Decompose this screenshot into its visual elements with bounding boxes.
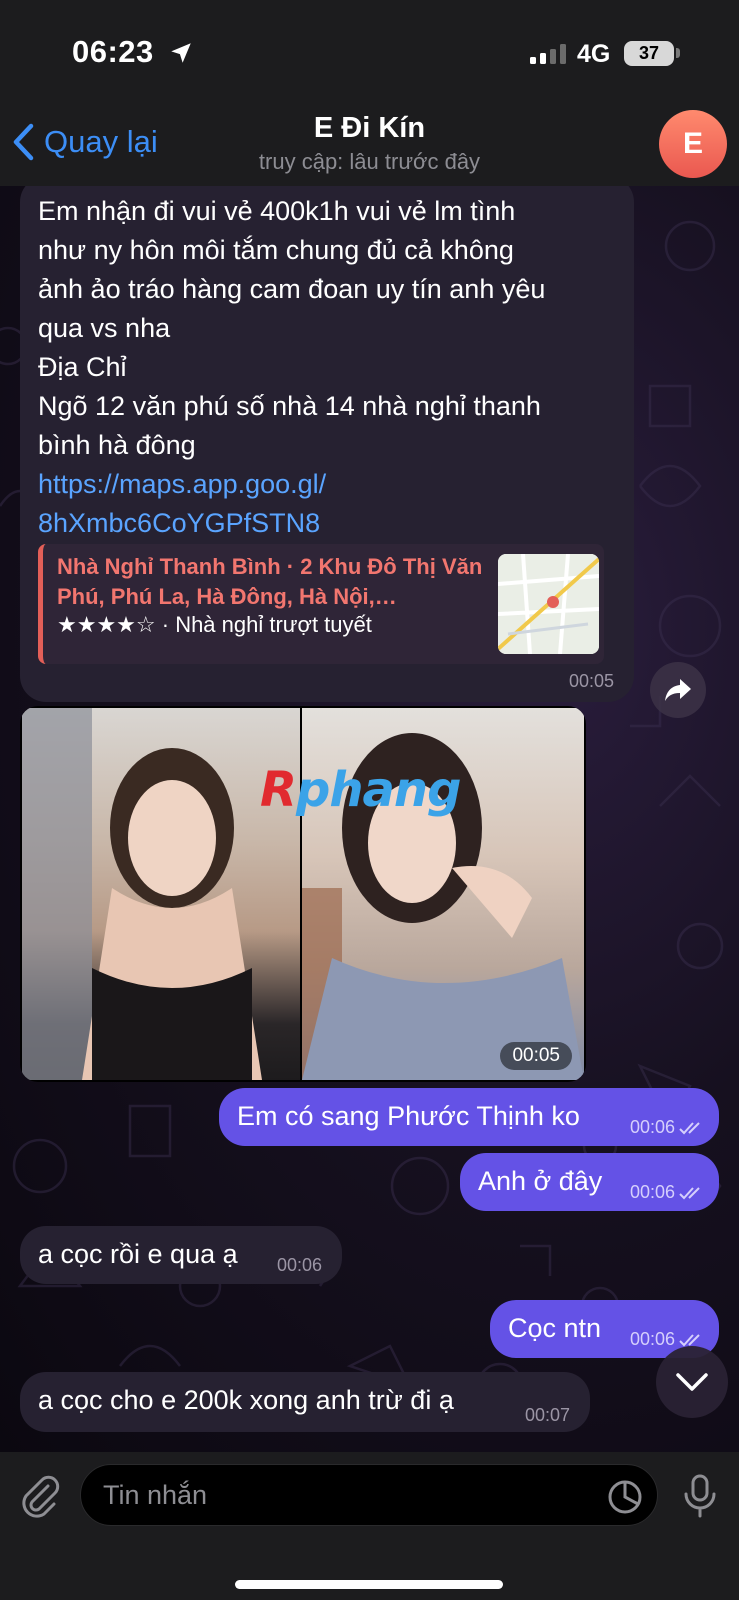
message-time: 00:06 — [276, 1255, 322, 1275]
message-input[interactable] — [103, 1465, 573, 1525]
forward-button[interactable] — [650, 662, 706, 718]
forward-icon — [665, 679, 691, 701]
microphone-icon[interactable] — [682, 1474, 718, 1518]
message-input-field[interactable] — [80, 1464, 658, 1526]
status-bar: 06:23 4G 37 — [0, 0, 739, 100]
message-text: Cọc ntn — [508, 1313, 602, 1343]
chat-subtitle: truy cập: lâu trước đây — [258, 149, 481, 174]
maps-link[interactable]: https://maps.app.goo.gl/ — [38, 465, 545, 504]
message-time: 00:06 — [629, 1117, 675, 1137]
message-time: 00:05 — [568, 671, 614, 691]
read-checks-icon — [679, 1333, 700, 1346]
message-line: Ngõ 12 văn phú số nhà 14 nhà nghỉ thanh — [38, 391, 541, 421]
chat-area[interactable]: Em nhận đi vui vẻ 400k1h vui vẻ lm tình … — [0, 186, 739, 1452]
preview-description: ★★★★☆ · Nhà nghỉ trượt tuyết — [57, 612, 372, 638]
message-line: như ny hôn môi tắm chung đủ cả không — [38, 235, 514, 265]
network-type: 4G — [577, 40, 611, 68]
map-icon — [498, 554, 599, 654]
read-checks-icon — [679, 1186, 700, 1199]
map-thumbnail[interactable] — [498, 554, 599, 654]
message-bubble-incoming[interactable]: a cọc cho e 200k xong anh trừ đi ạ 00:07 — [20, 1372, 590, 1432]
attachment-icon[interactable] — [18, 1474, 62, 1518]
message-bubble-outgoing[interactable]: Em có sang Phước Thịnh ko 00:06 — [219, 1088, 719, 1146]
signal-icon — [530, 44, 566, 64]
scroll-down-button[interactable] — [656, 1346, 728, 1418]
chevron-down-icon — [676, 1373, 708, 1391]
home-indicator — [235, 1580, 503, 1589]
location-arrow-icon — [171, 43, 191, 63]
message-text: a cọc rồi e qua ạ — [38, 1239, 238, 1269]
link-preview-card[interactable]: Nhà Nghỉ Thanh Bình · 2 Khu Đô Thị Văn P… — [38, 544, 604, 664]
preview-title: Nhà Nghỉ Thanh Bình · 2 Khu Đô Thị Văn P… — [57, 554, 483, 609]
album-time: 00:05 — [500, 1042, 572, 1070]
battery-cap — [676, 48, 680, 58]
photo-1-art — [22, 708, 262, 1080]
message-time: 00:07 — [524, 1405, 570, 1425]
maps-link[interactable]: 8hXmbc6CoYGPfSTN8 — [38, 504, 545, 543]
message-bubble-outgoing[interactable]: Anh ở đây 00:06 — [460, 1153, 719, 1211]
chat-header: Quay lại E Đi Kín truy cập: lâu trước đâ… — [0, 100, 739, 186]
message-bubble-incoming[interactable]: Em nhận đi vui vẻ 400k1h vui vẻ lm tình … — [20, 186, 634, 702]
message-line: Địa Chỉ — [38, 352, 127, 382]
message-time: 00:06 — [629, 1329, 675, 1349]
message-time: 00:06 — [629, 1182, 675, 1202]
photo-1[interactable] — [22, 708, 300, 1080]
message-line: ảnh ảo tráo hàng cam đoan uy tín anh yêu — [38, 274, 546, 304]
message-line: qua vs nha — [38, 313, 171, 343]
preview-category: · Nhà nghỉ trượt tuyết — [161, 612, 372, 637]
message-line: Em nhận đi vui vẻ 400k1h vui vẻ lm tình — [38, 196, 516, 226]
sticker-icon[interactable] — [605, 1477, 645, 1517]
message-text: a cọc cho e 200k xong anh trừ đi ạ — [38, 1385, 454, 1415]
photo-album[interactable]: Rphang 00:05 — [20, 706, 586, 1082]
message-input-bar — [0, 1452, 739, 1600]
rating-stars: ★★★★☆ — [57, 612, 156, 637]
message-text: Anh ở đây — [478, 1166, 603, 1196]
watermark-text: Rphang — [260, 762, 461, 818]
message-bubble-incoming[interactable]: a cọc rồi e qua ạ 00:06 — [20, 1226, 342, 1284]
message-line: bình hà đông — [38, 430, 196, 460]
battery-icon: 37 — [624, 41, 674, 66]
status-time: 06:23 — [72, 34, 154, 69]
avatar[interactable]: E — [659, 110, 727, 178]
message-text: Em có sang Phước Thịnh ko — [237, 1101, 580, 1131]
chat-title[interactable]: E Đi Kín — [0, 112, 739, 145]
read-checks-icon — [679, 1121, 700, 1134]
